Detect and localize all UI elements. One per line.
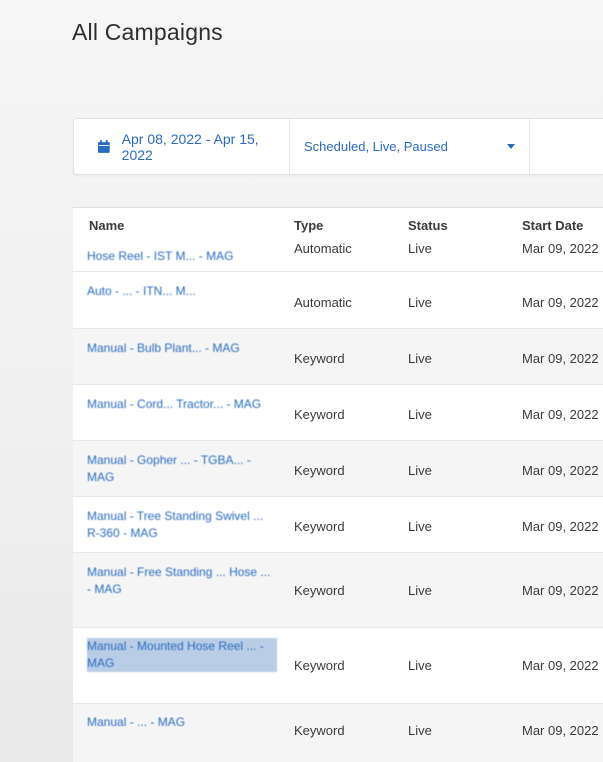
campaigns-table: Name Type Status Start Date Hose Reel - … (73, 207, 603, 762)
campaign-type: Keyword (294, 723, 345, 738)
date-range-picker[interactable]: Apr 08, 2022 - Apr 15, 2022 (74, 119, 290, 174)
campaign-start-date: Mar 09, 2022 (522, 583, 599, 598)
campaign-status: Live (408, 241, 432, 256)
date-range-label: Apr 08, 2022 - Apr 15, 2022 (121, 130, 259, 163)
campaign-type: Keyword (294, 463, 345, 478)
campaign-type: Keyword (294, 519, 345, 534)
campaign-start-date: Mar 09, 2022 (522, 658, 599, 673)
campaign-start-date: Mar 09, 2022 (522, 295, 599, 310)
campaign-name-link[interactable]: Manual - Gopher ... - TGBA... - MAG (87, 452, 277, 486)
calendar-icon (98, 140, 110, 153)
campaign-start-date: Mar 09, 2022 (522, 351, 599, 366)
table-row: Hose Reel - IST M... - MAG Automatic Liv… (73, 241, 603, 272)
campaign-start-date: Mar 09, 2022 (522, 723, 599, 738)
table-row: Manual - Bulb Plant... - MAG Keyword Liv… (73, 329, 603, 385)
filter-bar: Apr 08, 2022 - Apr 15, 2022 Scheduled, L… (73, 118, 603, 175)
status-filter-dropdown[interactable]: Scheduled, Live, Paused (290, 119, 530, 174)
campaign-status: Live (408, 658, 432, 673)
campaign-name-link[interactable]: Manual - Mounted Hose Reel ... - MAG (87, 638, 277, 672)
page-title: All Campaigns (72, 19, 223, 45)
campaign-name-link[interactable]: Manual - Free Standing ... Hose ... - MA… (87, 564, 277, 598)
header-name[interactable]: Name (89, 218, 124, 233)
campaign-type: Automatic (294, 295, 352, 310)
campaign-status: Live (408, 723, 432, 738)
table-row: Manual - Mounted Hose Reel ... - MAG Key… (73, 628, 603, 704)
campaign-type: Keyword (294, 583, 345, 598)
header-start-date[interactable]: Start Date (522, 218, 583, 233)
campaign-type: Keyword (294, 407, 345, 422)
campaign-status: Live (408, 519, 432, 534)
campaign-type: Keyword (294, 351, 345, 366)
chevron-down-icon (507, 144, 515, 149)
campaign-start-date: Mar 09, 2022 (522, 519, 599, 534)
campaign-type: Keyword (294, 658, 345, 673)
campaign-start-date: Mar 09, 2022 (522, 407, 599, 422)
table-row: Manual - Free Standing ... Hose ... - MA… (73, 553, 603, 628)
campaign-status: Live (408, 295, 432, 310)
table-row: Manual - Tree Standing Swivel ... R-360 … (73, 497, 603, 553)
table-row: Auto - ... - ITN... M... Automatic Live … (73, 272, 603, 329)
campaign-status: Live (408, 583, 432, 598)
table-row: Manual - ... - MAG Keyword Live Mar 09, … (73, 704, 603, 762)
campaign-start-date: Mar 09, 2022 (522, 463, 599, 478)
campaign-start-date: Mar 09, 2022 (522, 241, 599, 256)
table-row: Manual - Cord... Tractor... - MAG Keywor… (73, 385, 603, 441)
campaign-name-link[interactable]: Manual - Bulb Plant... - MAG (87, 340, 277, 357)
status-filter-label: Scheduled, Live, Paused (304, 139, 448, 154)
campaign-status: Live (408, 463, 432, 478)
campaign-type: Automatic (294, 241, 352, 256)
campaign-name-link[interactable]: Auto - ... - ITN... M... (87, 283, 277, 300)
header-type[interactable]: Type (294, 218, 323, 233)
campaign-status: Live (408, 351, 432, 366)
campaign-name-link[interactable]: Manual - Cord... Tractor... - MAG (87, 396, 277, 413)
campaigns-page: All Campaigns Apr 08, 2022 - Apr 15, 202… (0, 0, 603, 762)
campaign-status: Live (408, 407, 432, 422)
header-status[interactable]: Status (408, 218, 448, 233)
campaign-name-link[interactable]: Hose Reel - IST M... - MAG (87, 248, 277, 265)
campaign-name-link[interactable]: Manual - ... - MAG (87, 714, 277, 731)
campaign-name-link[interactable]: Manual - Tree Standing Swivel ... R-360 … (87, 508, 277, 542)
table-row: Manual - Gopher ... - TGBA... - MAG Keyw… (73, 441, 603, 497)
